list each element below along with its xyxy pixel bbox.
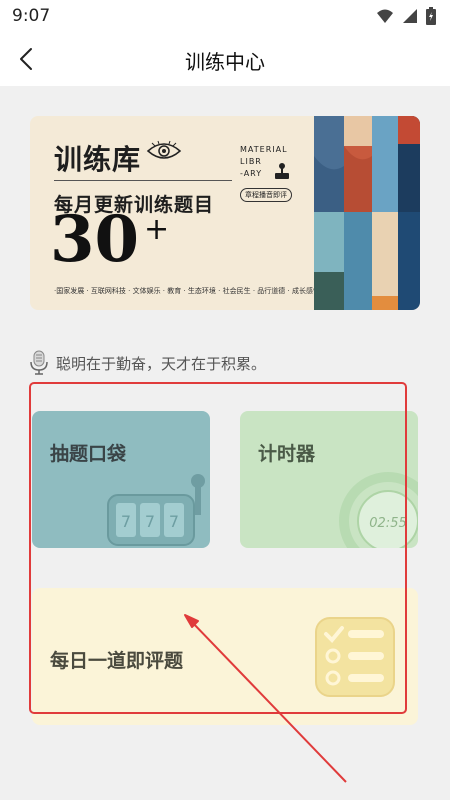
banner-tags: ·国家发展 · 互联网科技 · 文体娱乐 · 教育 · 生态环境 · 社会民生 … xyxy=(54,287,323,295)
clock-icon: 02:55 xyxy=(339,472,418,548)
eye-icon xyxy=(146,140,182,159)
banner-title: 训练库 xyxy=(54,143,142,176)
card-label: 抽题口袋 xyxy=(50,443,127,465)
svg-text:7: 7 xyxy=(169,512,179,531)
status-bar: 9:07 xyxy=(0,0,450,32)
page-title: 训练中心 xyxy=(185,50,265,74)
card-label: 每日一道即评题 xyxy=(50,650,184,672)
microphone-icon xyxy=(30,350,48,375)
status-time: 9:07 xyxy=(12,6,51,26)
checklist-icon xyxy=(315,617,395,697)
quote-text: 聪明在于勤奋，天才在于积累。 xyxy=(56,354,267,373)
wifi-icon xyxy=(377,9,393,23)
joystick-icon xyxy=(275,163,289,179)
draw-question-pocket-card[interactable]: 抽题口袋 7 7 7 xyxy=(32,411,210,548)
daily-question-card[interactable]: 每日一道即评题 xyxy=(32,588,418,725)
svg-text:7: 7 xyxy=(121,512,131,531)
clock-text: 02:55 xyxy=(369,516,406,531)
status-icons xyxy=(376,6,436,26)
banner-divider xyxy=(54,180,232,181)
training-library-banner[interactable]: 训练库 每月更新训练题目 30 + ·国家发展 · 互联网科技 · 文体娱乐 ·… xyxy=(30,116,420,310)
banner-artwork xyxy=(314,116,420,310)
slot-machine-icon: 7 7 7 xyxy=(107,474,205,546)
signal-icon xyxy=(403,9,417,23)
battery-icon xyxy=(426,7,436,25)
banner-stamp: 章程播音即评 xyxy=(240,188,292,202)
banner-text-area: 训练库 每月更新训练题目 30 + ·国家发展 · 互联网科技 · 文体娱乐 ·… xyxy=(30,116,322,310)
banner-count-suffix: + xyxy=(144,212,170,247)
card-label: 计时器 xyxy=(258,443,316,465)
timer-card[interactable]: 计时器 02:55 xyxy=(240,411,418,548)
svg-text:7: 7 xyxy=(145,512,155,531)
banner-count: 30 xyxy=(50,202,140,277)
app-bar: 训练中心 xyxy=(0,32,450,86)
quote-row: 聪明在于勤奋，天才在于积累。 xyxy=(30,350,266,376)
